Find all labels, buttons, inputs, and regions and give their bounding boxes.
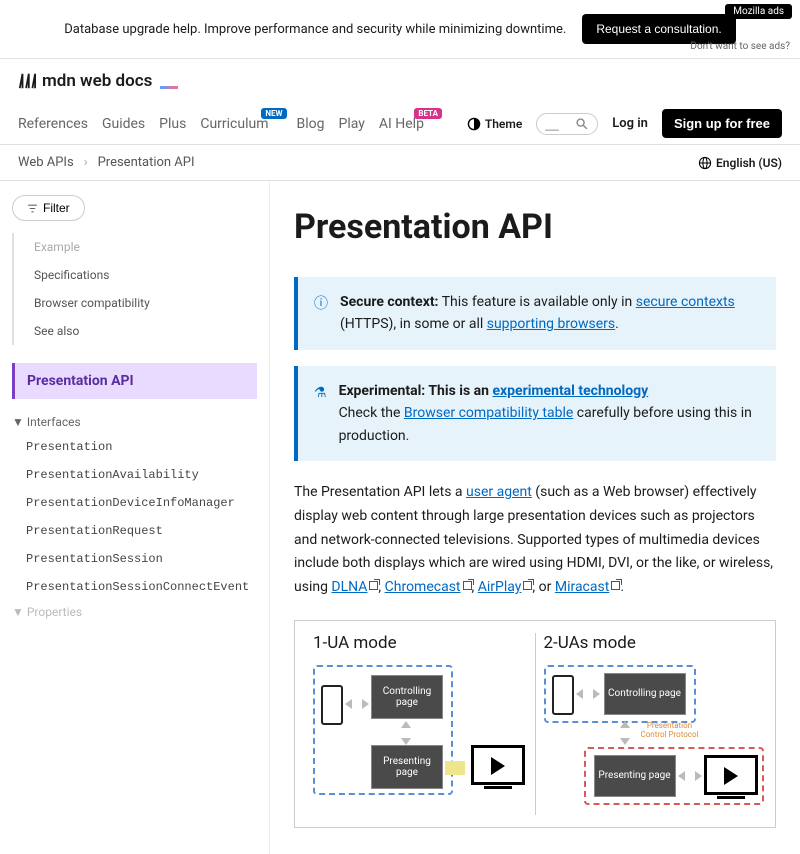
presenting-page-box: Presenting page xyxy=(594,755,676,797)
miracast-link[interactable]: Miracast xyxy=(555,579,620,595)
sidebar-item[interactable]: PresentationSessionConnectEvent xyxy=(26,573,257,601)
sidebar-item[interactable]: PresentationDeviceInfoManager xyxy=(26,489,257,517)
main-content: Presentation API ⓘ Secure context: This … xyxy=(270,181,800,854)
sidebar-item[interactable]: PresentationAvailability xyxy=(26,461,257,489)
sidebar-section-header[interactable]: Presentation API xyxy=(12,363,257,399)
diagram: 1-UA mode Controlling page Presenting pa… xyxy=(294,620,776,828)
phone-icon xyxy=(321,685,343,725)
ad-banner: Database upgrade help. Improve performan… xyxy=(0,0,800,59)
controlling-page-box: Controlling page xyxy=(371,675,443,719)
filter-icon xyxy=(27,203,38,214)
sidebar-group-interfaces[interactable]: ▼ Interfaces xyxy=(12,411,257,433)
secure-contexts-link[interactable]: secure contexts xyxy=(636,294,735,310)
diagram-1ua: 1-UA mode Controlling page Presenting pa… xyxy=(305,633,535,815)
language-selector[interactable]: English (US) xyxy=(698,156,782,170)
nav-references[interactable]: References xyxy=(18,116,88,132)
ad-cta-button[interactable]: Request a consultation. xyxy=(582,14,735,44)
secure-context-note: ⓘ Secure context: This feature is availa… xyxy=(294,277,776,350)
toc-item[interactable]: See also xyxy=(24,317,257,345)
arrow-icon xyxy=(678,769,702,783)
sidebar-item[interactable]: Presentation xyxy=(26,433,257,461)
toc-item[interactable]: Example xyxy=(24,233,257,261)
logo-underline xyxy=(160,86,178,89)
interface-list: Presentation PresentationAvailability Pr… xyxy=(12,433,257,601)
theme-icon xyxy=(467,117,481,131)
breadcrumb-root[interactable]: Web APIs xyxy=(18,155,74,170)
login-link[interactable]: Log in xyxy=(612,116,648,131)
intro-paragraph: The Presentation API lets a user agent (… xyxy=(294,481,776,600)
pcp-label: Presentation Control Protocol xyxy=(640,721,700,739)
dlna-link[interactable]: DLNA xyxy=(331,579,378,595)
toc-item[interactable]: Browser compatibility xyxy=(24,289,257,317)
nav-ai-help[interactable]: AI HelpBETA xyxy=(379,116,424,132)
breadcrumb-page[interactable]: Presentation API xyxy=(98,155,195,170)
external-link-icon xyxy=(369,581,378,590)
nav-blog[interactable]: Blog xyxy=(297,116,325,132)
arrow-icon xyxy=(399,721,413,745)
header: mdn web docs xyxy=(0,59,800,103)
breadcrumb: Web APIs › Presentation API xyxy=(18,155,195,170)
logo-text: mdn web docs xyxy=(42,71,152,91)
sidebar-group-properties[interactable]: ▼ Properties xyxy=(12,601,257,623)
phone-icon xyxy=(552,675,574,715)
sidebar-item[interactable]: PresentationSession xyxy=(26,545,257,573)
search-pill[interactable] xyxy=(536,113,598,135)
experimental-tech-link[interactable]: experimental technology xyxy=(492,383,648,399)
controlling-page-box: Controlling page xyxy=(604,673,686,715)
external-link-icon xyxy=(523,581,532,590)
external-link-icon xyxy=(611,581,620,590)
play-icon xyxy=(491,757,505,775)
diagram-2ua: 2-UAs mode Controlling page Presentation… xyxy=(535,633,766,815)
arrow-icon xyxy=(618,721,632,745)
beta-badge: BETA xyxy=(414,108,442,119)
stream-arrow-icon xyxy=(445,761,465,775)
info-icon: ⓘ xyxy=(314,293,328,336)
sidebar-item[interactable]: PresentationRequest xyxy=(26,517,257,545)
arrow-icon xyxy=(345,697,369,711)
airplay-link[interactable]: AirPlay xyxy=(478,579,533,595)
nav-plus[interactable]: Plus xyxy=(159,116,186,132)
diagram-mode2-title: 2-UAs mode xyxy=(544,633,758,653)
chromecast-link[interactable]: Chromecast xyxy=(385,579,472,595)
search-input[interactable] xyxy=(545,117,569,131)
main-nav: References Guides Plus CurriculumNEW Blo… xyxy=(0,103,800,145)
supporting-browsers-link[interactable]: supporting browsers xyxy=(487,316,615,332)
nav-play[interactable]: Play xyxy=(338,116,364,132)
presenting-page-box: Presenting page xyxy=(371,745,443,789)
globe-icon xyxy=(698,156,712,170)
mdn-logo-icon xyxy=(18,72,36,90)
toc-list: Example Specifications Browser compatibi… xyxy=(12,233,257,345)
page-title: Presentation API xyxy=(294,207,776,247)
external-link-icon xyxy=(463,581,472,590)
nav-curriculum[interactable]: CurriculumNEW xyxy=(200,116,268,132)
flask-icon: ⚗ xyxy=(314,382,327,447)
diagram-mode1-title: 1-UA mode xyxy=(313,633,527,653)
sidebar: Filter Example Specifications Browser co… xyxy=(0,181,270,854)
ad-optout-link[interactable]: Don't want to see ads? xyxy=(690,41,790,52)
user-agent-link[interactable]: user agent xyxy=(466,484,532,500)
breadcrumb-bar: Web APIs › Presentation API English (US) xyxy=(0,145,800,181)
experimental-note: ⚗ Experimental: This is an experimental … xyxy=(294,366,776,461)
play-icon xyxy=(724,767,738,785)
new-badge: NEW xyxy=(261,108,286,119)
theme-toggle[interactable]: Theme xyxy=(467,117,522,131)
logo[interactable]: mdn web docs xyxy=(18,71,178,91)
compat-table-link[interactable]: Browser compatibility table xyxy=(404,405,573,421)
filter-button[interactable]: Filter xyxy=(12,195,85,221)
ad-text: Database upgrade help. Improve performan… xyxy=(64,22,566,37)
toc-item[interactable]: Specifications xyxy=(24,261,257,289)
arrow-icon xyxy=(576,687,600,701)
signup-button[interactable]: Sign up for free xyxy=(662,109,782,138)
chevron-right-icon: › xyxy=(84,155,88,170)
search-icon xyxy=(575,117,589,131)
nav-guides[interactable]: Guides xyxy=(102,116,145,132)
